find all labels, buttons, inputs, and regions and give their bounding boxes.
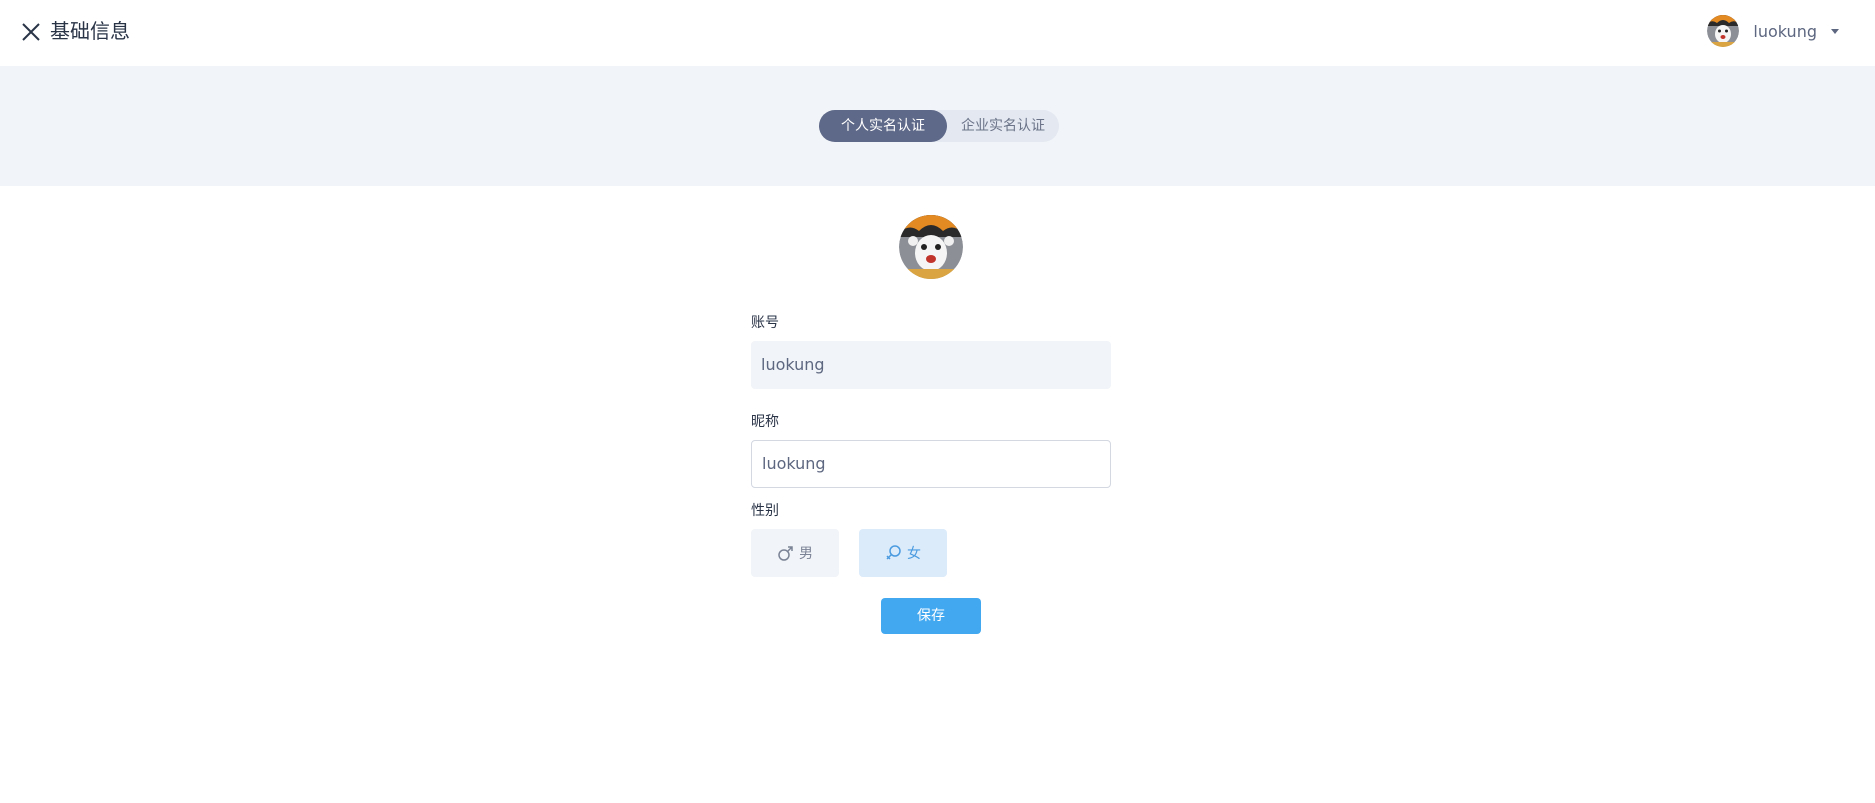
- verification-tabs: 个人实名认证 企业实名认证: [819, 110, 1059, 142]
- gender-female-label: 女: [907, 546, 921, 562]
- page-title: 基础信息: [50, 19, 130, 43]
- save-button[interactable]: 保存: [881, 598, 981, 634]
- gender-male-option[interactable]: 男: [751, 529, 839, 577]
- avatar[interactable]: [1707, 15, 1740, 47]
- gender-male-label: 男: [799, 546, 813, 562]
- nickname-field[interactable]: [751, 440, 1111, 488]
- gender-label: 性别: [751, 503, 779, 519]
- gender-female-option[interactable]: 女: [859, 529, 947, 577]
- user-name: luokung: [1753, 21, 1817, 41]
- nickname-label: 昵称: [751, 414, 779, 430]
- top-bar: 基础信息 luokung: [0, 0, 1875, 66]
- tab-personal-verification[interactable]: 个人实名认证: [819, 110, 947, 142]
- user-menu[interactable]: luokung: [1707, 14, 1839, 48]
- close-icon: [22, 23, 40, 41]
- tab-enterprise-verification[interactable]: 企业实名认证: [947, 110, 1059, 142]
- account-label: 账号: [751, 315, 779, 331]
- profile-avatar[interactable]: [899, 215, 963, 279]
- female-icon: [886, 545, 901, 560]
- account-field[interactable]: [751, 341, 1111, 389]
- chevron-down-icon: [1831, 28, 1839, 34]
- male-icon: [778, 546, 793, 561]
- close-button[interactable]: [19, 20, 43, 44]
